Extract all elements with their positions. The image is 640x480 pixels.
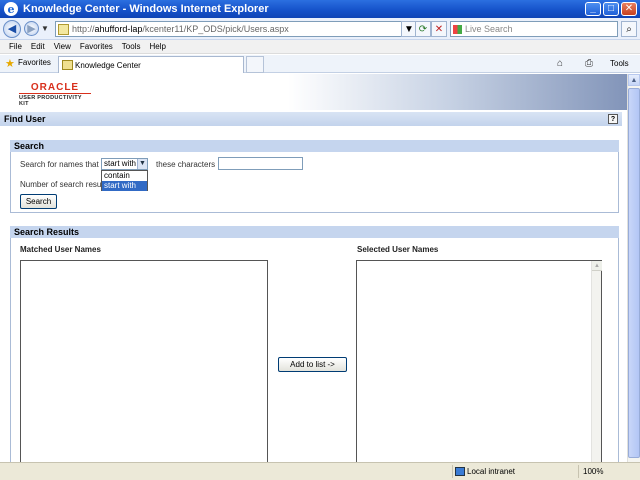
maximize-button[interactable]: □	[603, 2, 619, 16]
results-count-label: Number of search resul	[20, 180, 104, 189]
page-scroll-up-icon[interactable]: ▲	[628, 74, 640, 86]
address-input[interactable]: http://ahufford-lap/kcenter11/KP_ODS/pic…	[55, 21, 412, 37]
scroll-up-icon[interactable]: ▲	[592, 261, 602, 271]
tab-title: Knowledge Center	[75, 60, 141, 70]
search-go-icon[interactable]: ⌕	[621, 21, 637, 37]
names-label: Search for names that	[20, 160, 99, 169]
intranet-icon	[455, 467, 465, 476]
menu-view[interactable]: View	[54, 42, 71, 51]
new-tab-button[interactable]	[246, 56, 264, 73]
match-type-value: start with	[104, 159, 137, 168]
results-section-header: Search Results	[10, 226, 619, 238]
print-icon[interactable]: ⎙	[585, 58, 593, 69]
zone-label: Local intranet	[467, 467, 516, 476]
matched-users-list[interactable]	[20, 260, 268, 462]
stop-icon[interactable]: ✕	[431, 21, 447, 37]
home-icon[interactable]: ⌂	[557, 58, 563, 69]
forward-button[interactable]: ▶	[24, 21, 39, 36]
refresh-icon[interactable]: ⟳	[415, 21, 431, 37]
menu-edit[interactable]: Edit	[31, 42, 45, 51]
zoom-control[interactable]: 100%	[578, 465, 626, 478]
url-path: /kcenter11/KP_ODS/pick/Users.aspx	[142, 24, 289, 34]
page-title: Find User	[4, 114, 46, 124]
menu-tools[interactable]: Tools	[122, 42, 141, 51]
search-button[interactable]: Search	[20, 194, 57, 209]
page-icon	[58, 24, 69, 35]
window-title: Knowledge Center - Windows Internet Expl…	[23, 3, 269, 15]
add-to-list-button[interactable]: Add to list ->	[278, 357, 347, 372]
page-content: ORACLE USER PRODUCTIVITY KIT Find User ?…	[0, 74, 640, 462]
match-type-select[interactable]: start with ▼	[101, 158, 148, 170]
favorites-button[interactable]: Favorites	[18, 58, 51, 67]
zoom-level: 100%	[583, 467, 604, 476]
minimize-button[interactable]: _	[585, 2, 601, 16]
oracle-logo: ORACLE USER PRODUCTIVITY KIT	[19, 82, 91, 107]
status-bar: Local intranet 100%	[0, 462, 640, 480]
url-host: ahufford-lap	[94, 24, 143, 34]
security-zone[interactable]: Local intranet	[452, 465, 552, 478]
characters-label: these characters	[156, 160, 216, 169]
header-banner: ORACLE USER PRODUCTIVITY KIT	[0, 74, 640, 110]
match-type-dropdown: contain start with	[101, 170, 148, 191]
find-user-header: Find User ?	[0, 112, 622, 126]
live-search-icon	[453, 25, 462, 34]
history-dropdown-icon[interactable]: ▼	[41, 24, 49, 33]
chevron-down-icon[interactable]: ▼	[137, 159, 147, 169]
menu-help[interactable]: Help	[149, 42, 165, 51]
back-button[interactable]: ◀	[3, 19, 21, 38]
live-search-placeholder: Live Search	[465, 24, 513, 34]
matched-label: Matched User Names	[20, 245, 101, 254]
search-characters-input[interactable]	[218, 157, 303, 170]
search-section-header: Search	[10, 140, 619, 152]
menu-file[interactable]: File	[9, 42, 22, 51]
favorites-star-icon[interactable]: ★	[5, 57, 15, 70]
option-start-with[interactable]: start with	[102, 181, 147, 191]
tab-page-icon	[62, 60, 73, 70]
logo-brand: ORACLE	[19, 82, 91, 94]
url-prefix: http://	[72, 24, 95, 34]
page-scroll-thumb[interactable]	[628, 88, 640, 458]
menu-bar: File Edit View Favorites Tools Help	[0, 40, 640, 54]
help-icon[interactable]: ?	[608, 114, 618, 124]
favorites-bar: ★ Favorites Knowledge Center ⌂ ⎙ Tools	[0, 55, 640, 73]
menu-favorites[interactable]: Favorites	[80, 42, 113, 51]
ie-logo-icon: e	[4, 2, 18, 16]
window-title-bar: e Knowledge Center - Windows Internet Ex…	[0, 0, 640, 18]
tools-menu-button[interactable]: Tools	[610, 59, 629, 68]
address-toolbar: ◀ ▶ ▼ http://ahufford-lap/kcenter11/KP_O…	[0, 18, 640, 40]
live-search-input[interactable]: Live Search	[450, 21, 618, 37]
option-contain[interactable]: contain	[102, 171, 147, 181]
tab-knowledge-center[interactable]: Knowledge Center	[58, 56, 244, 73]
page-scrollbar[interactable]: ▲	[627, 74, 640, 462]
logo-product: USER PRODUCTIVITY KIT	[19, 95, 82, 107]
selected-users-list[interactable]: ▲	[356, 260, 602, 462]
selected-list-scrollbar[interactable]: ▲	[591, 261, 602, 462]
close-button[interactable]: ✕	[621, 2, 637, 16]
selected-label: Selected User Names	[357, 245, 439, 254]
